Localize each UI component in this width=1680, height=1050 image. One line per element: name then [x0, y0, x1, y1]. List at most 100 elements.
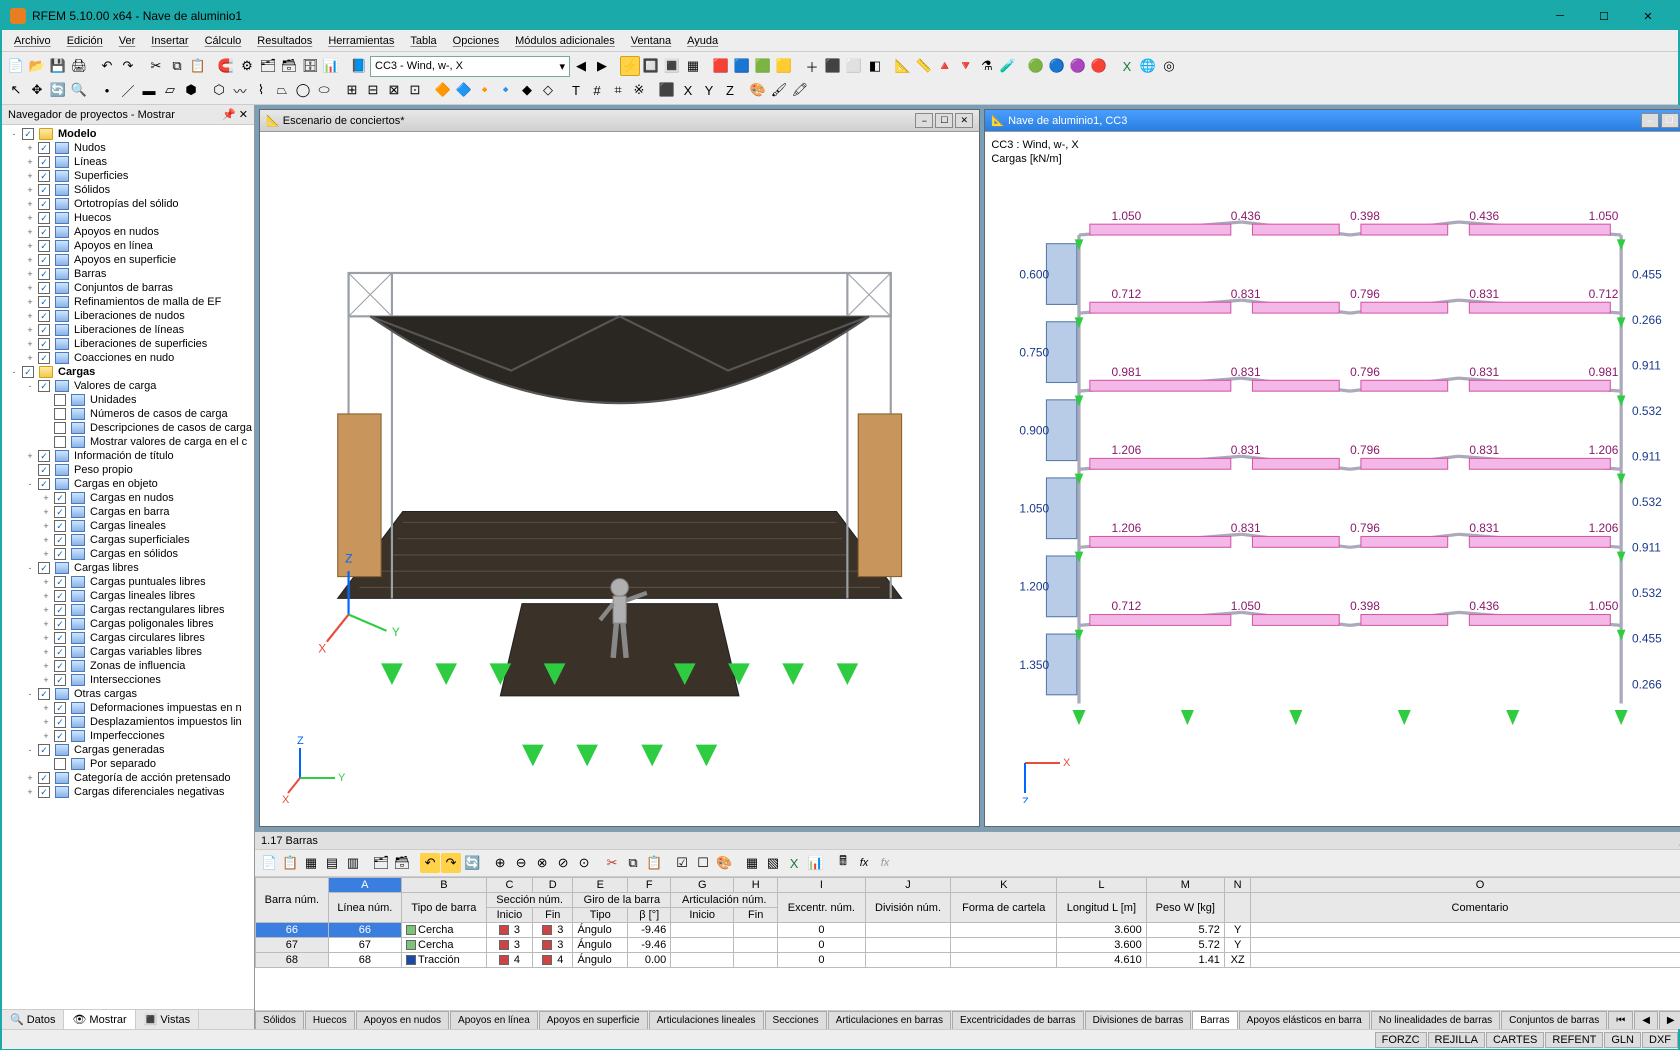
tab-nav-button[interactable]: ▶ [1659, 1011, 1680, 1029]
tree-item[interactable]: +Categoría de acción pretensado [4, 771, 252, 785]
vp-min-button[interactable]: − [1641, 113, 1659, 128]
tool-button[interactable]: ⚗ [977, 56, 997, 76]
tool-button[interactable]: ⊕ [490, 853, 510, 873]
table-grid[interactable]: Barra núm.ABCDEFGHIJKLMNOLínea núm.Tipo … [255, 877, 1680, 1010]
tool-button[interactable]: ⊠ [384, 80, 404, 100]
menu-edición[interactable]: Edición [59, 32, 111, 50]
status-cell[interactable]: GLN [1604, 1032, 1641, 1048]
tool-button[interactable]: 🧪 [998, 56, 1018, 76]
view-button[interactable]: 🟨 [774, 56, 794, 76]
viewport-left[interactable]: 📐 Escenario de conciertos* − ☐ ✕ [259, 109, 980, 827]
tree-item[interactable]: Números de casos de carga [4, 407, 252, 421]
tree-item[interactable]: Descripciones de casos de carga [4, 421, 252, 435]
vp-max-button[interactable]: ☐ [935, 113, 953, 128]
view-button[interactable]: 🟥 [711, 56, 731, 76]
table-tab[interactable]: Apoyos elásticos en barra [1239, 1011, 1370, 1029]
tool-button[interactable]: 🟢 [1026, 56, 1046, 76]
tree-item[interactable]: +Imperfecciones [4, 729, 252, 743]
table-tab[interactable]: Secciones [765, 1011, 827, 1029]
tree-item[interactable]: +Cargas superficiales [4, 533, 252, 547]
next-case-button[interactable]: ▶ [592, 56, 612, 76]
tool-button[interactable]: ▦ [742, 853, 762, 873]
tree-item[interactable]: +Intersecciones [4, 673, 252, 687]
select-button[interactable]: ↖ [6, 80, 26, 100]
tree-item[interactable]: +Barras [4, 267, 252, 281]
tool-button[interactable]: 📋 [280, 853, 300, 873]
tree-item[interactable]: +Cargas rectangulares libres [4, 603, 252, 617]
viewport-left-canvas[interactable]: Z Y X Z Y X [260, 132, 979, 826]
tool-button[interactable]: ⬜ [844, 56, 864, 76]
tree-item[interactable]: +Cargas en nudos [4, 491, 252, 505]
status-cell[interactable]: DXF [1642, 1032, 1678, 1048]
tool-button[interactable]: 🗂 [371, 853, 391, 873]
tree-item[interactable]: +Cargas lineales libres [4, 589, 252, 603]
viewport-right-canvas[interactable]: CC3 : Wind, w-, X Cargas [kN/m] 0.6001.0… [985, 132, 1680, 826]
tree-item[interactable]: Unidades [4, 393, 252, 407]
tab-nav-button[interactable]: ◀ [1634, 1011, 1658, 1029]
tool-button[interactable]: 🎨 [748, 80, 768, 100]
member-button[interactable]: ▬ [139, 80, 159, 100]
open-button[interactable]: 📂 [27, 56, 47, 76]
rotate-button[interactable]: 🔄 [48, 80, 68, 100]
tree-item[interactable]: -Valores de carga [4, 379, 252, 393]
tool-button[interactable]: 🖌 [769, 80, 789, 100]
tool-button[interactable]: 🔴 [1089, 56, 1109, 76]
menu-cálculo[interactable]: Cálculo [197, 32, 250, 50]
tool-button[interactable]: ◇ [538, 80, 558, 100]
tree-item[interactable]: -Cargas en objeto [4, 477, 252, 491]
menu-resultados[interactable]: Resultados [249, 32, 320, 50]
tree-item[interactable]: -Cargas [4, 365, 252, 379]
excel-button[interactable]: X [784, 853, 804, 873]
paste-button[interactable]: 📋 [188, 56, 208, 76]
tree-item[interactable]: +Huecos [4, 211, 252, 225]
vp-min-button[interactable]: − [915, 113, 933, 128]
new-button[interactable]: 📄 [6, 56, 26, 76]
tree-item[interactable]: +Refinamientos de malla de EF [4, 295, 252, 309]
table-tab[interactable]: No linealidades de barras [1371, 1011, 1500, 1029]
view-y-button[interactable]: Y [699, 80, 719, 100]
tool-button[interactable]: 🔻 [956, 56, 976, 76]
tool-button[interactable]: 🖍 [790, 80, 810, 100]
tree-item[interactable]: Peso propio [4, 463, 252, 477]
nav-tab-mostrar[interactable]: 👁Mostrar [64, 1010, 135, 1029]
tool-button[interactable]: 🗃 [392, 853, 412, 873]
pan-button[interactable]: ✥ [27, 80, 47, 100]
table-tab[interactable]: Articulaciones en barras [828, 1011, 951, 1029]
maximize-button[interactable]: ☐ [1582, 2, 1626, 30]
tool-button[interactable]: ⊞ [342, 80, 362, 100]
tree-item[interactable]: +Nudos [4, 141, 252, 155]
navigator-tree[interactable]: -Modelo+Nudos+Líneas+Superficies+Sólidos… [2, 125, 254, 1009]
tool-button[interactable]: 🖩 [833, 853, 853, 873]
tool-button[interactable]: ◧ [865, 56, 885, 76]
tool-button[interactable]: # [587, 80, 607, 100]
menu-herramientas[interactable]: Herramientas [320, 32, 402, 50]
table-tab[interactable]: Articulaciones lineales [649, 1011, 764, 1029]
status-cell[interactable]: CARTES [1486, 1032, 1544, 1048]
view-button[interactable]: 🔲 [641, 56, 661, 76]
menu-ventana[interactable]: Ventana [623, 32, 679, 50]
tool-button[interactable]: ⊖ [511, 853, 531, 873]
pin-icon[interactable]: 📌 ✕ [222, 108, 248, 121]
print-button[interactable]: 🖨 [69, 56, 89, 76]
tool-button[interactable]: ⬭ [314, 80, 334, 100]
save-button[interactable]: 💾 [48, 56, 68, 76]
tool-button[interactable]: 📄 [259, 853, 279, 873]
table-tab[interactable]: Conjuntos de barras [1501, 1011, 1607, 1029]
tree-item[interactable]: +Cargas diferenciales negativas [4, 785, 252, 799]
solid-button[interactable]: ⬢ [181, 80, 201, 100]
tool-button[interactable]: ✂ [602, 853, 622, 873]
tool-button[interactable]: ◆ [517, 80, 537, 100]
view-z-button[interactable]: Z [720, 80, 740, 100]
tool-button[interactable]: 📐 [893, 56, 913, 76]
tool-button[interactable]: ⚙ [237, 56, 257, 76]
tool-button[interactable]: ◯ [293, 80, 313, 100]
calc-button[interactable]: ⚡ [620, 56, 640, 76]
tool-button[interactable]: T [566, 80, 586, 100]
viewport-right[interactable]: 📐 Nave de aluminio1, CC3 − ☐ ✕ CC3 : Win… [984, 109, 1680, 827]
cut-button[interactable]: ✂ [146, 56, 166, 76]
tool-button[interactable]: 🔄 [462, 853, 482, 873]
vp-close-button[interactable]: ✕ [955, 113, 973, 128]
redo-button[interactable]: ↷ [118, 56, 138, 76]
tree-item[interactable]: +Cargas poligonales libres [4, 617, 252, 631]
fx-off-button[interactable]: fx [875, 853, 895, 873]
